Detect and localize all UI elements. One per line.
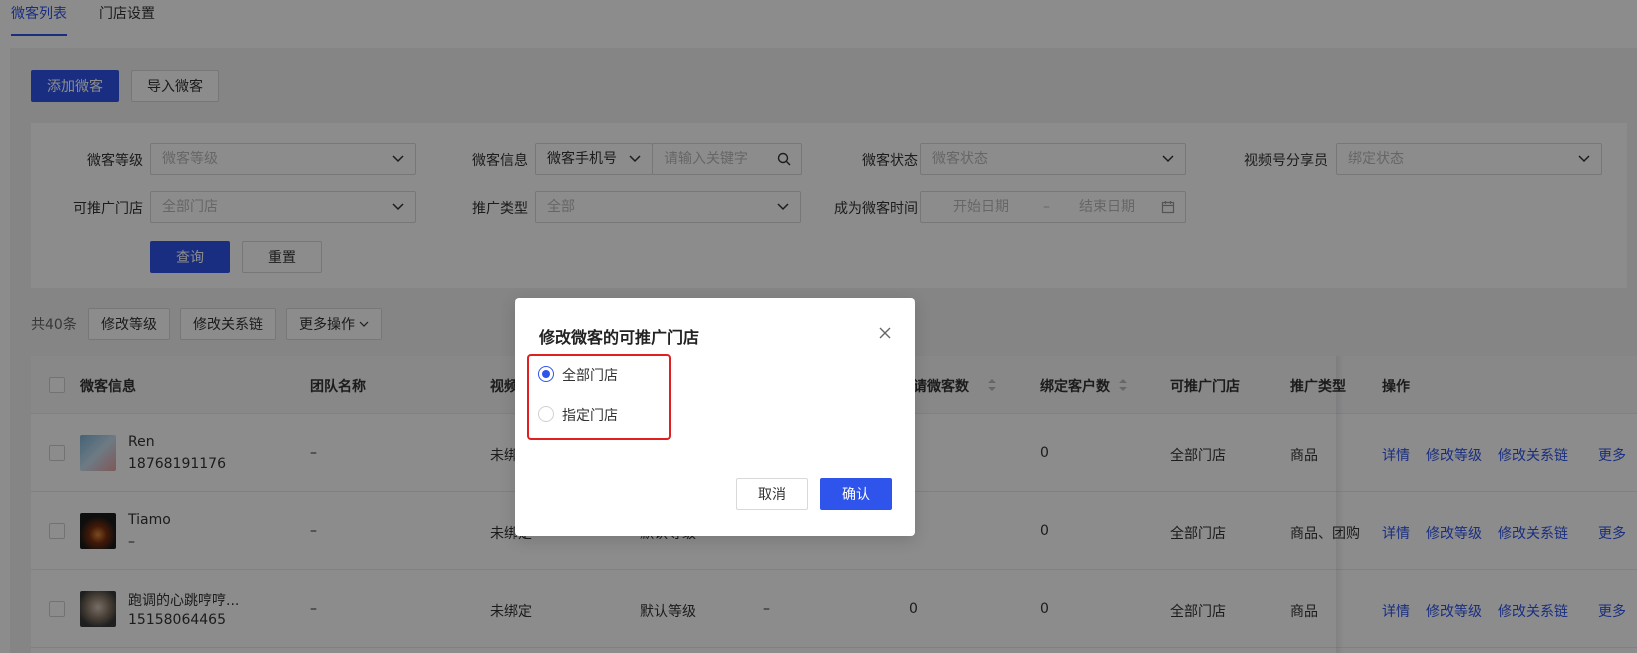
all-stores-radio[interactable]: [538, 366, 554, 382]
confirm-button[interactable]: 确认: [820, 478, 892, 510]
modal-title: 修改微客的可推广门店: [539, 328, 700, 347]
specified-stores-radio[interactable]: [538, 406, 554, 422]
all-stores-label[interactable]: 全部门店: [562, 365, 618, 385]
edit-store-modal: 修改微客的可推广门店 全部门店 指定门店 取消 确认: [515, 298, 915, 536]
specified-stores-label[interactable]: 指定门店: [562, 405, 618, 425]
close-icon[interactable]: [878, 326, 892, 340]
cancel-button[interactable]: 取消: [736, 478, 808, 510]
